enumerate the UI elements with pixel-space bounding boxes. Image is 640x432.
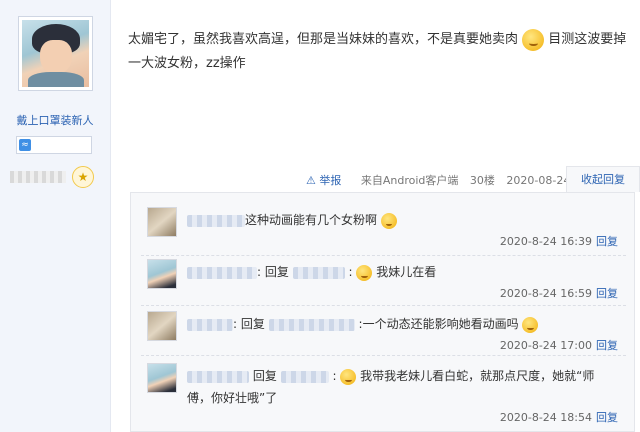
comment-reply-link[interactable]: 回复 [596,235,618,248]
reply-target-redacted[interactable] [292,266,345,279]
comment-avatar[interactable] [147,363,177,393]
post-content: 太媚宅了，虽然我喜欢高逞，但那是当妹妹的喜欢，不是真要她卖肉 目测这波要掉一大波… [128,28,628,76]
comment-body: 回复 : 我带我老妹儿看白蛇，就那点尺度，她就“师 傅，你好壮哦”了 [187,368,595,405]
reply-to-label: 回复 [252,369,277,383]
reply-to-label: 回复 [264,265,289,279]
comment-time: 2020-8-24 17:00 回复 [499,339,618,352]
avatar-image [22,20,89,87]
comment-body: : 回复 : 我妹儿在看 [187,261,622,283]
comment-avatar[interactable] [147,259,177,289]
comment-username-redacted[interactable] [187,266,257,279]
laugh-emoji-icon [356,264,373,281]
comment-reply-link[interactable]: 回复 [596,287,618,300]
reply-to-label: 回复 [240,317,265,331]
comment-item: 回复 : 我带我老妹儿看白蛇，就那点尺度，她就“师 傅，你好壮哦”了 2020-… [141,363,626,429]
comment-avatar[interactable] [147,311,177,341]
level-star-icon[interactable]: ★ [72,166,94,188]
comment-time: 2020-8-24 18:54 回复 [499,411,618,424]
comment-body: : 回复 :一个动态还能影响她看动画吗 [187,313,622,335]
author-level: ★ [10,166,100,188]
author-sidebar: 戴上口罩装新人 ≈ ★ [0,0,111,432]
comment-avatar[interactable] [147,207,177,237]
comment-text: 我妹儿在看 [376,265,437,279]
reply-target-redacted[interactable] [280,370,329,383]
report-link[interactable]: ⚠ 举报 [306,174,349,187]
author-avatar[interactable] [18,16,93,91]
comment-username-redacted[interactable] [187,370,249,383]
comment-text: 这种动画能有几个女粉啊 [245,213,378,227]
collapse-replies-button[interactable]: 收起回复 [566,166,640,192]
grin-emoji-icon [380,212,397,229]
author-username[interactable]: 戴上口罩装新人 [0,112,110,128]
level-name-redacted [10,171,66,183]
post-text-part1: 太媚宅了，虽然我喜欢高逞，但那是当妹妹的喜欢，不是真要她卖肉 [128,32,519,47]
author-badge[interactable]: ≈ [16,136,92,154]
comment-text-line2: 傅，你好壮哦”了 [187,391,278,405]
comment-text-line1: 我带我老妹儿看白蛇，就那点尺度，她就“师 [360,369,595,383]
comment-item: 这种动画能有几个女粉啊 2020-8-24 16:39 回复 [141,207,626,256]
smile-emoji-icon [522,316,539,333]
comments-panel: 这种动画能有几个女粉啊 2020-8-24 16:39 回复 : 回复 : 我妹儿… [130,192,635,432]
comment-time: 2020-8-24 16:39 回复 [499,235,618,248]
sweat-emoji-icon [522,28,545,51]
post-floor: 30楼 [469,174,495,187]
comment-item: : 回复 : 我妹儿在看 2020-8-24 16:59 回复 [141,259,626,306]
comment-body: 这种动画能有几个女粉啊 [187,209,622,231]
comment-username-redacted[interactable] [187,318,233,331]
comment-reply-link[interactable]: 回复 [596,411,618,424]
laugh-emoji-icon [340,368,357,385]
comment-reply-link[interactable]: 回复 [596,339,618,352]
comment-username-redacted[interactable] [187,214,245,227]
reply-target-redacted[interactable] [268,318,355,331]
comment-text: 一个动态还能影响她看动画吗 [362,317,519,331]
comment-item: : 回复 :一个动态还能影响她看动画吗 2020-8-24 17:00 回复 [141,311,626,356]
post-source: 来自Android客户端 [360,174,459,187]
badge-wave-icon: ≈ [19,139,31,151]
comment-time: 2020-8-24 16:59 回复 [499,287,618,300]
